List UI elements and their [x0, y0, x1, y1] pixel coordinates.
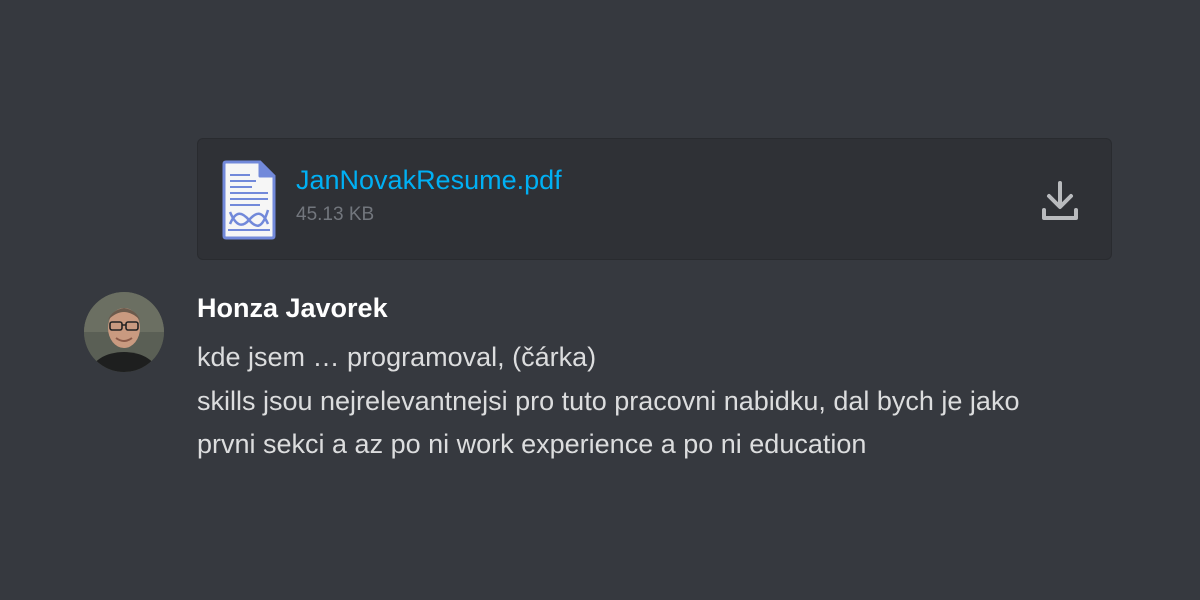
file-name-link[interactable]: JanNovakResume.pdf: [296, 165, 562, 196]
file-size: 45.13 KB: [296, 204, 375, 225]
message-author[interactable]: Honza Javorek: [197, 293, 388, 324]
download-icon[interactable]: [1040, 180, 1080, 222]
file-attachment: JanNovakResume.pdf 45.13 KB: [197, 138, 1112, 260]
message-text-line: prvni sekci a az po ni work experience a…: [197, 429, 867, 459]
message-text-line: kde jsem … programoval, (čárka): [197, 342, 597, 372]
user-avatar-image: [84, 292, 164, 372]
pdf-document-icon: [222, 160, 276, 240]
chat-view: JanNovakResume.pdf 45.13 KB Honza Javore…: [0, 0, 1200, 600]
user-avatar[interactable]: [84, 292, 164, 372]
message-text-line: skills jsou nejrelevantnejsi pro tuto pr…: [197, 386, 1020, 416]
